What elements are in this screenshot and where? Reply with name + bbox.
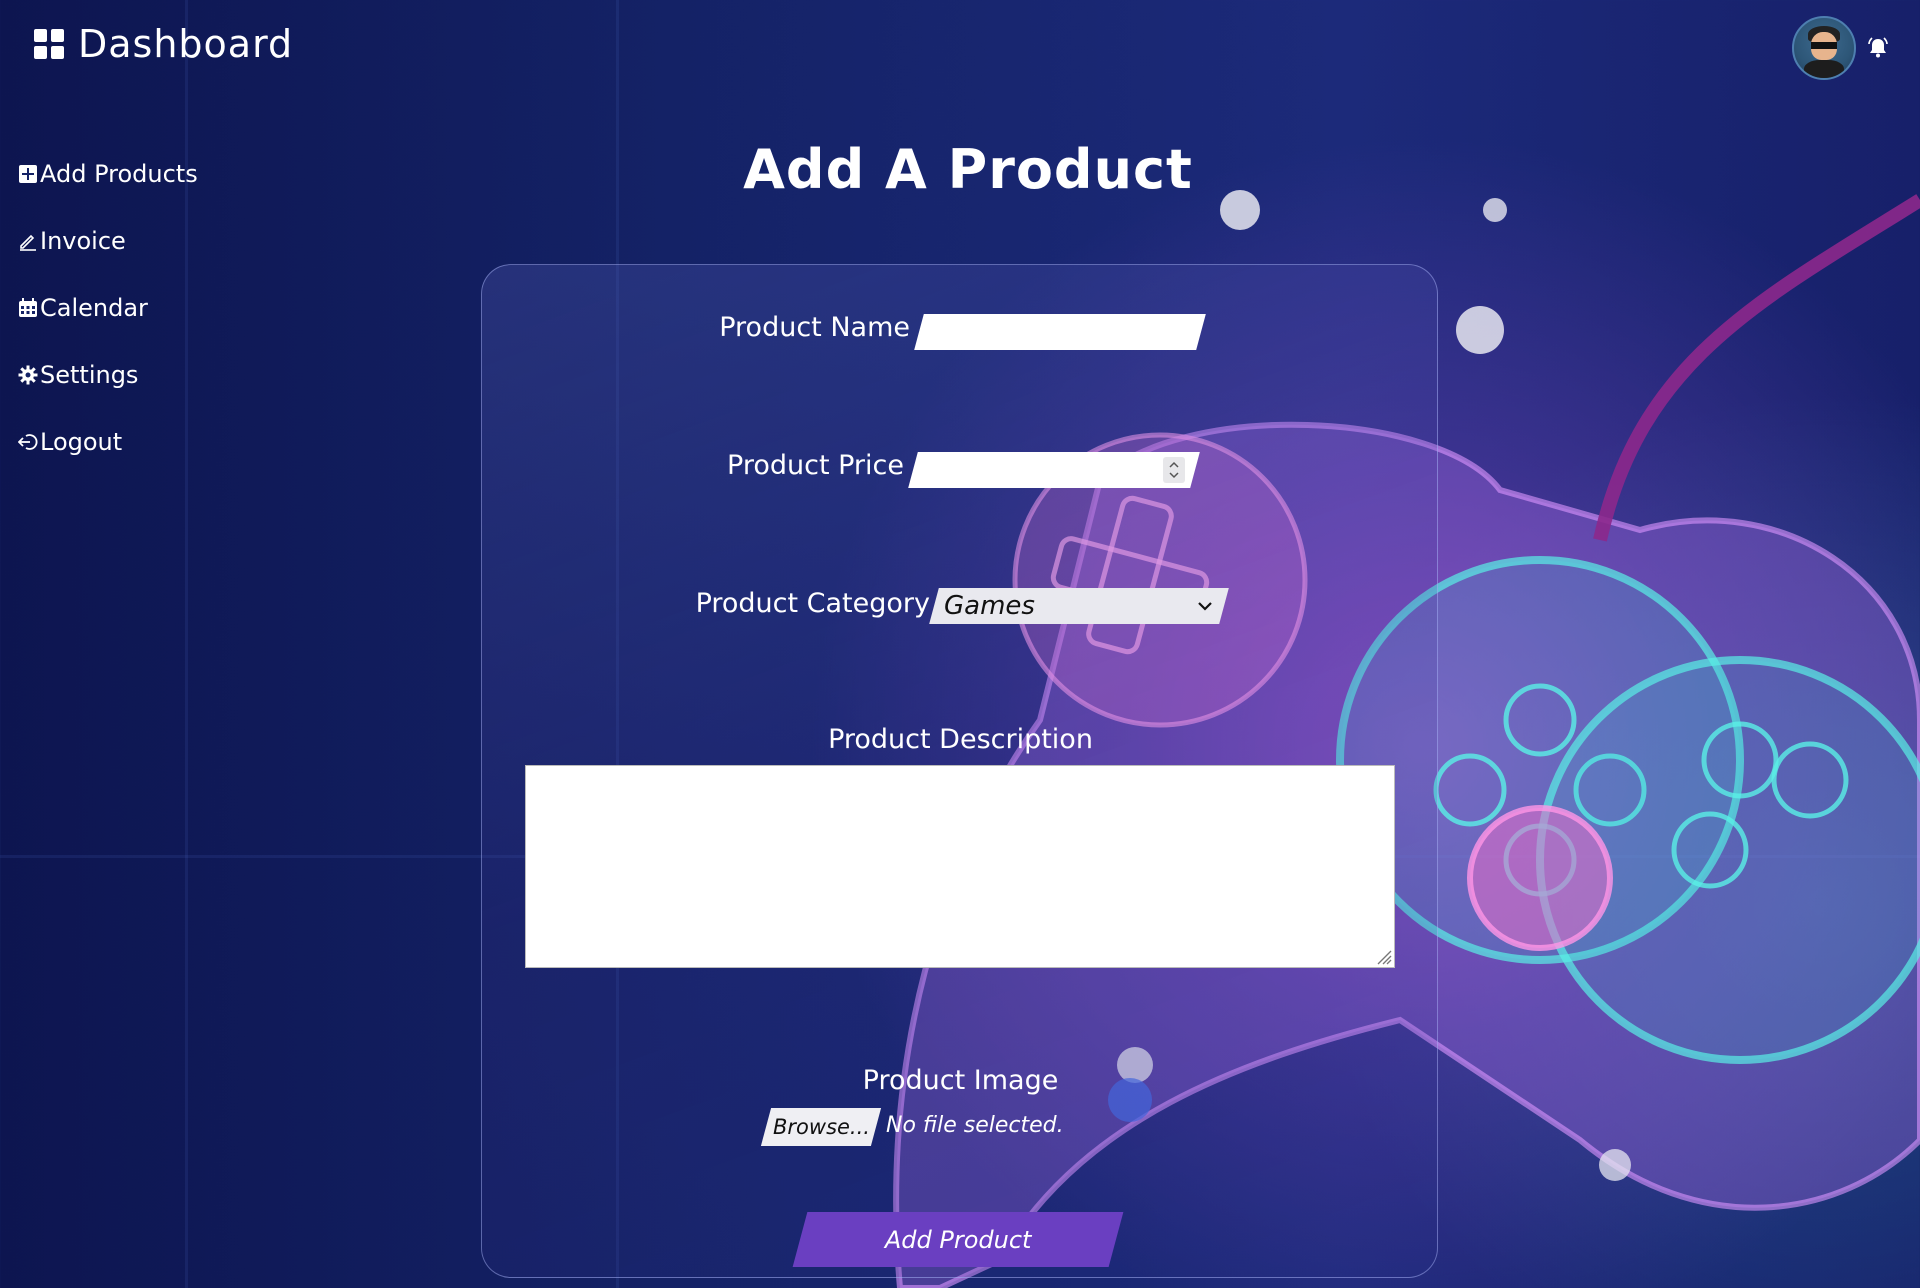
sidebar-item-label: Calendar: [40, 293, 148, 322]
browse-button[interactable]: Browse...: [760, 1108, 882, 1146]
browse-label: Browse...: [772, 1115, 870, 1139]
sidebar-item-label: Settings: [40, 360, 139, 389]
gear-icon: [18, 365, 38, 384]
dashboard-title: Dashboard: [78, 22, 294, 66]
product-price-input[interactable]: [908, 452, 1200, 488]
product-category-label: Product Category: [695, 588, 930, 619]
selected-category: Games: [944, 591, 1035, 621]
product-price-label: Product Price: [727, 450, 904, 481]
brand[interactable]: Dashboard: [34, 22, 293, 66]
add-product-form: Product Name Product Price Product Categ…: [481, 264, 1438, 1278]
sidebar-item-calendar[interactable]: Calendar: [18, 274, 198, 341]
product-name-label: Product Name: [719, 312, 910, 343]
logout-icon: [18, 433, 38, 450]
chevron-down-icon: [1198, 602, 1212, 611]
add-product-button[interactable]: Add Product: [792, 1212, 1124, 1267]
pen-icon: [20, 234, 36, 251]
add-product-label: Add Product: [884, 1225, 1032, 1254]
avatar[interactable]: [1792, 16, 1856, 80]
resize-grip-icon[interactable]: [1374, 947, 1392, 965]
product-image-label: Product Image: [862, 1065, 1059, 1096]
product-description-label: Product Description: [828, 724, 1093, 755]
notification-bell-icon[interactable]: [1866, 36, 1890, 60]
number-spinner[interactable]: [1163, 457, 1185, 483]
spinner-arrows-icon: [1169, 461, 1179, 479]
sidebar-item-settings[interactable]: Settings: [18, 341, 198, 408]
product-category-select[interactable]: Games: [929, 588, 1229, 624]
sidebar-item-logout[interactable]: Logout: [18, 408, 198, 475]
calendar-icon: [19, 297, 37, 317]
page-title: Add A Product: [743, 138, 1193, 201]
product-name-input[interactable]: [914, 314, 1206, 350]
sidebar-item-label: Logout: [40, 427, 123, 456]
dashboard-grid-icon: [34, 29, 64, 59]
sidebar-item-label: Invoice: [40, 226, 126, 255]
sidebar-item-invoice[interactable]: Invoice: [18, 207, 198, 274]
file-status-text: No file selected.: [886, 1113, 1064, 1138]
product-description-textarea[interactable]: [525, 765, 1395, 968]
user-area: [1792, 16, 1890, 80]
